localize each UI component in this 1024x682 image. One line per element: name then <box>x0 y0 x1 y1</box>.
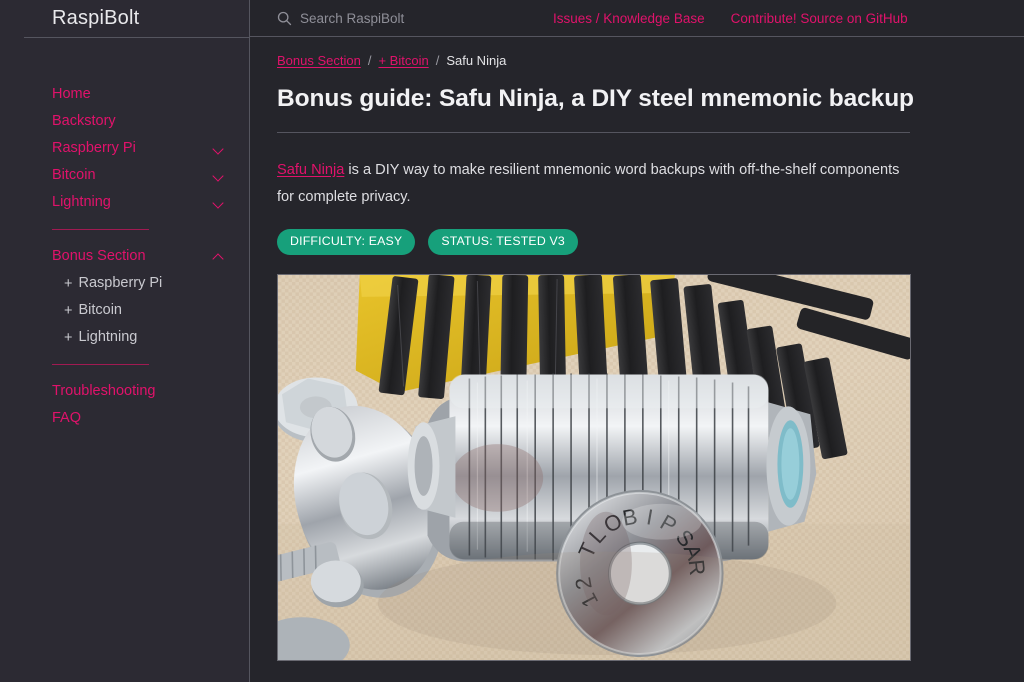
search-placeholder-text: Search RaspiBolt <box>300 10 405 26</box>
status-badge-difficulty: DIFFICULTY: EASY <box>277 229 416 255</box>
chevron-up-icon[interactable] <box>212 250 225 263</box>
top-bar-links: Issues / Knowledge Base Contribute! Sour… <box>553 11 908 26</box>
search-input[interactable]: Search RaspiBolt <box>277 11 404 26</box>
sidebar-item-label: Troubleshooting <box>52 383 156 399</box>
sidebar-item-label: Raspberry Pi <box>52 140 136 156</box>
sidebar-item-faq[interactable]: FAQ <box>0 405 249 432</box>
plus-icon: + <box>64 275 73 292</box>
lead-paragraph-text: is a DIY way to make resilient mnemonic … <box>277 162 900 205</box>
lead-paragraph: Safu Ninja is a DIY way to make resilien… <box>277 157 911 211</box>
site-brand[interactable]: RaspiBolt <box>52 7 139 30</box>
sidebar-nav: Home Backstory Raspberry Pi Bitcoin Ligh… <box>0 37 249 432</box>
sidebar-subitem-label: Raspberry Pi <box>78 275 163 291</box>
sidebar-item-bitcoin[interactable]: Bitcoin <box>0 162 249 189</box>
article-container: Bonus Section / + Bitcoin / Safu Ninja B… <box>250 37 1024 661</box>
sidebar-subitem-bitcoin[interactable]: + Bitcoin <box>0 297 249 324</box>
search-icon <box>277 11 292 25</box>
top-bar: Search RaspiBolt Issues / Knowledge Base… <box>250 0 1024 37</box>
breadcrumb: Bonus Section / + Bitcoin / Safu Ninja <box>277 53 1024 68</box>
brand-divider <box>24 37 249 38</box>
sidebar-item-bonus-section[interactable]: Bonus Section <box>0 243 249 270</box>
badge-group: DIFFICULTY: EASY STATUS: TESTED V3 <box>277 229 1024 255</box>
sidebar-divider-top <box>52 229 149 230</box>
sidebar-item-raspberry-pi[interactable]: Raspberry Pi <box>0 135 249 162</box>
main-content: Search RaspiBolt Issues / Knowledge Base… <box>250 0 1024 682</box>
photo-illustration: R A S P I B O L T 2 1 <box>278 275 910 660</box>
sidebar-item-label: Backstory <box>52 113 116 129</box>
breadcrumb-item-current: Safu Ninja <box>446 53 507 68</box>
sidebar-item-label: Lightning <box>52 194 111 210</box>
link-issues-knowledge-base[interactable]: Issues / Knowledge Base <box>553 11 705 26</box>
sidebar-subitem-raspberry-pi[interactable]: + Raspberry Pi <box>0 270 249 297</box>
status-badge-status: STATUS: TESTED V3 <box>428 229 578 255</box>
chevron-down-icon[interactable] <box>212 142 225 155</box>
app-root: RaspiBolt Home Backstory Raspberry Pi Bi… <box>0 0 1024 682</box>
breadcrumb-separator: / <box>367 53 372 68</box>
link-safu-ninja[interactable]: Safu Ninja <box>277 162 344 178</box>
sidebar-item-lightning[interactable]: Lightning <box>0 189 249 216</box>
sidebar-divider-bottom <box>52 364 149 365</box>
sidebar-item-home[interactable]: Home <box>0 81 249 108</box>
chevron-down-icon[interactable] <box>212 169 225 182</box>
page-title: Bonus guide: Safu Ninja, a DIY steel mne… <box>277 85 914 112</box>
sidebar: RaspiBolt Home Backstory Raspberry Pi Bi… <box>0 0 250 682</box>
breadcrumb-item-bonus-section[interactable]: Bonus Section <box>277 53 361 68</box>
sidebar-item-troubleshooting[interactable]: Troubleshooting <box>0 378 249 405</box>
sidebar-item-label: FAQ <box>52 410 82 426</box>
article-photo: R A S P I B O L T 2 1 <box>277 274 911 661</box>
plus-icon: + <box>64 302 73 319</box>
sidebar-subitem-lightning[interactable]: + Lightning <box>0 324 249 351</box>
link-contribute-source-github[interactable]: Contribute! Source on GitHub <box>731 11 908 26</box>
sidebar-subitem-label: Lightning <box>78 329 138 345</box>
sidebar-item-label: Bitcoin <box>52 167 96 183</box>
chevron-down-icon[interactable] <box>212 196 225 209</box>
brand-wrapper: RaspiBolt <box>0 0 249 37</box>
breadcrumb-item-bitcoin[interactable]: + Bitcoin <box>378 53 428 68</box>
sidebar-item-label: Home <box>52 86 91 102</box>
plus-icon: + <box>64 329 73 346</box>
sidebar-item-label: Bonus Section <box>52 248 146 264</box>
sidebar-item-backstory[interactable]: Backstory <box>0 108 249 135</box>
title-divider <box>277 132 910 133</box>
breadcrumb-separator: / <box>435 53 440 68</box>
sidebar-subitem-label: Bitcoin <box>78 302 122 318</box>
